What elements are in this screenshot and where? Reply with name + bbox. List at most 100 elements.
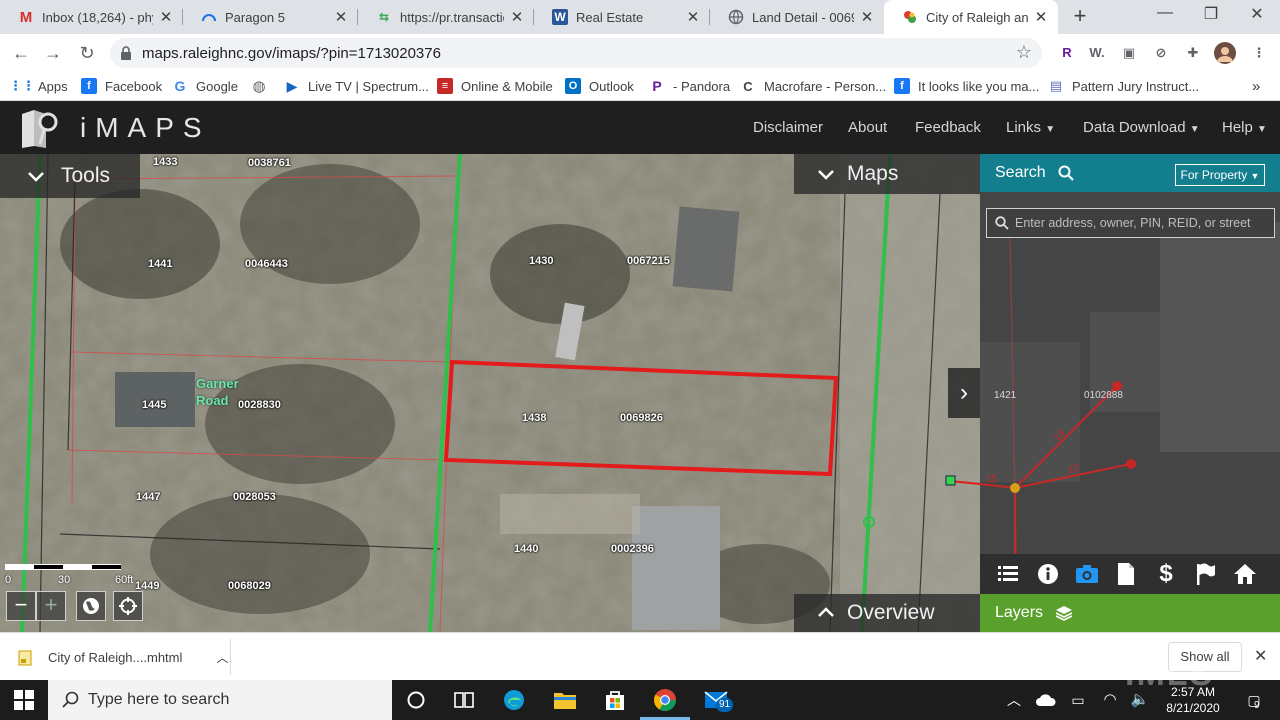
extension-r-icon[interactable]: R [1056,42,1078,64]
bookmark-outlook[interactable]: O Outlook [565,76,634,96]
chevron-up-icon[interactable]: ︿ [216,649,228,666]
bookmark-label: It looks like you ma... [918,78,1040,94]
bookmark-facebook[interactable]: f Facebook [81,76,162,96]
edge-icon[interactable] [500,686,528,714]
bookmark-online-mobile[interactable]: ≡ Online & Mobile [437,76,553,96]
restore-button[interactable]: ❐ [1196,4,1226,28]
tab-real-estate[interactable]: W Real Estate ✕ [534,0,710,34]
bookmark-macrofare[interactable]: C Macrofare - Person... [740,76,886,96]
taskbar-search-box[interactable]: Type here to search [48,680,392,720]
chrome-icon[interactable] [651,686,679,714]
bookmark-facebook-2[interactable]: f It looks like you ma... [894,76,1039,96]
chevron-down-icon [816,164,836,189]
property-search-input[interactable] [1015,212,1270,234]
tab-land-detail[interactable]: Land Detail - 006982 ✕ [710,0,884,34]
close-window-button[interactable]: ✕ [1242,4,1272,28]
app-title: iMAPS [80,112,211,143]
wifi-icon[interactable]: ◠ [1096,686,1124,714]
forward-button[interactable]: → [40,40,66,66]
bookmarks-overflow-button[interactable]: » [1252,76,1260,96]
nav-help[interactable]: Help ▼ [1222,119,1267,136]
globe-basemap-button[interactable] [76,591,106,621]
minimize-button[interactable]: — [1150,4,1180,28]
bookmark-google[interactable]: G Google [172,76,238,96]
layers-panel-toggle[interactable]: Layers [980,594,1280,632]
start-button[interactable] [0,680,48,720]
extension-w-icon[interactable]: W. [1086,42,1108,64]
expand-panel-arrow-icon[interactable]: › [948,368,980,418]
nav-feedback[interactable]: Feedback [915,119,981,136]
parcel-pin: 0068029 [228,580,271,592]
map-view[interactable]: 1433 0038761 1441 0046443 1430 0067215 1… [0,154,980,632]
download-item[interactable]: City of Raleigh....mhtml ︿ [18,649,228,666]
reload-button[interactable]: ↻ [74,40,100,66]
search-mode-dropdown[interactable]: For Property ▼ [1175,164,1265,186]
task-view-icon[interactable] [450,686,478,714]
bookmark-globe[interactable]: ◍ [251,76,275,96]
extension-gray-icon[interactable]: ▣ [1118,42,1140,64]
store-icon[interactable] [601,686,629,714]
bookmark-label: Apps [38,78,68,94]
close-icon[interactable]: ✕ [510,8,524,26]
bookmark-label: Macrofare - Person... [764,78,887,94]
road-name-label: Garner Road [196,376,239,408]
mail-badge: 91 [716,698,734,712]
close-icon[interactable]: ✕ [1254,646,1267,666]
extension-link-icon[interactable]: ⊘ [1150,42,1172,64]
notifications-icon[interactable]: ▢ 9 [1240,686,1268,714]
dollar-icon[interactable]: $ [1152,560,1180,588]
tab-transaction[interactable]: ⇆ https://pr.transaction ✕ [358,0,534,34]
onedrive-icon[interactable] [1032,686,1060,714]
file-explorer-icon[interactable] [551,686,579,714]
back-button[interactable]: ← [8,40,34,66]
home-icon[interactable] [1231,560,1259,588]
info-icon[interactable] [1034,560,1062,588]
property-search-box[interactable] [986,208,1275,238]
zoom-out-button[interactable]: − [6,591,36,621]
bookmark-pandora[interactable]: P - Pandora [649,76,730,96]
document-icon[interactable] [1112,560,1140,588]
battery-icon[interactable]: ▭ [1064,686,1092,714]
profile-avatar[interactable] [1214,42,1236,64]
address-bar[interactable]: maps.raleighnc.gov/imaps/?pin=1713020376… [110,38,1042,68]
close-icon[interactable]: ✕ [334,8,348,26]
tab-paragon[interactable]: Paragon 5 ✕ [183,0,358,34]
locate-me-button[interactable] [113,591,143,621]
tab-label: Inbox (18,264) - phyl [42,9,153,25]
nav-links[interactable]: Links ▼ [1006,119,1055,136]
parcel-pin: 0067215 [627,255,670,267]
search-side-panel: 1421 0102888 15 12 15 Search For Propert… [980,154,1280,632]
chevron-up-icon[interactable]: ︿ [1000,686,1028,714]
close-icon[interactable]: ✕ [860,8,874,26]
windows-logo-icon [14,690,34,710]
close-icon[interactable]: ✕ [159,8,173,26]
maps-toggle-button[interactable]: Maps [794,154,980,194]
tab-city-of-raleigh[interactable]: City of Raleigh and W ✕ [884,0,1058,34]
cortana-icon[interactable] [402,686,430,714]
camera-icon[interactable] [1073,560,1101,588]
zoom-in-button[interactable]: + [36,591,66,621]
nav-disclaimer[interactable]: Disclaimer [753,119,823,136]
extensions-puzzle-icon[interactable]: ✚ [1182,42,1204,64]
bookmark-pattern-jury[interactable]: ▤ Pattern Jury Instruct... [1048,76,1199,96]
bookmark-apps[interactable]: ⋮⋮ Apps [9,76,68,96]
mail-icon[interactable]: 91 [702,686,734,714]
star-icon[interactable]: ☆ [1016,42,1032,63]
close-icon[interactable]: ✕ [1034,8,1048,26]
new-tab-button[interactable]: + [1068,5,1092,29]
tools-toggle-button[interactable]: Tools [0,154,140,198]
list-icon[interactable] [994,560,1022,588]
nav-data-download[interactable]: Data Download ▼ [1083,119,1200,136]
bookmarks-bar: ⋮⋮ Apps f Facebook G Google ◍ ▶ Live TV … [0,71,1280,101]
bookmark-spectrum[interactable]: ▶ Live TV | Spectrum... [284,76,429,96]
search-icon[interactable] [1058,165,1074,181]
tab-gmail[interactable]: M Inbox (18,264) - phyl ✕ [0,0,183,34]
document-icon: ▤ [1049,78,1063,93]
flag-icon[interactable] [1191,560,1219,588]
overview-toggle-button[interactable]: Overview [794,594,980,632]
google-icon: G [174,78,186,94]
close-icon[interactable]: ✕ [686,8,700,26]
nav-about[interactable]: About [848,119,887,136]
menu-kebab-icon[interactable]: ⋮ [1248,42,1270,64]
bookmark-label: Live TV | Spectrum... [308,78,429,94]
